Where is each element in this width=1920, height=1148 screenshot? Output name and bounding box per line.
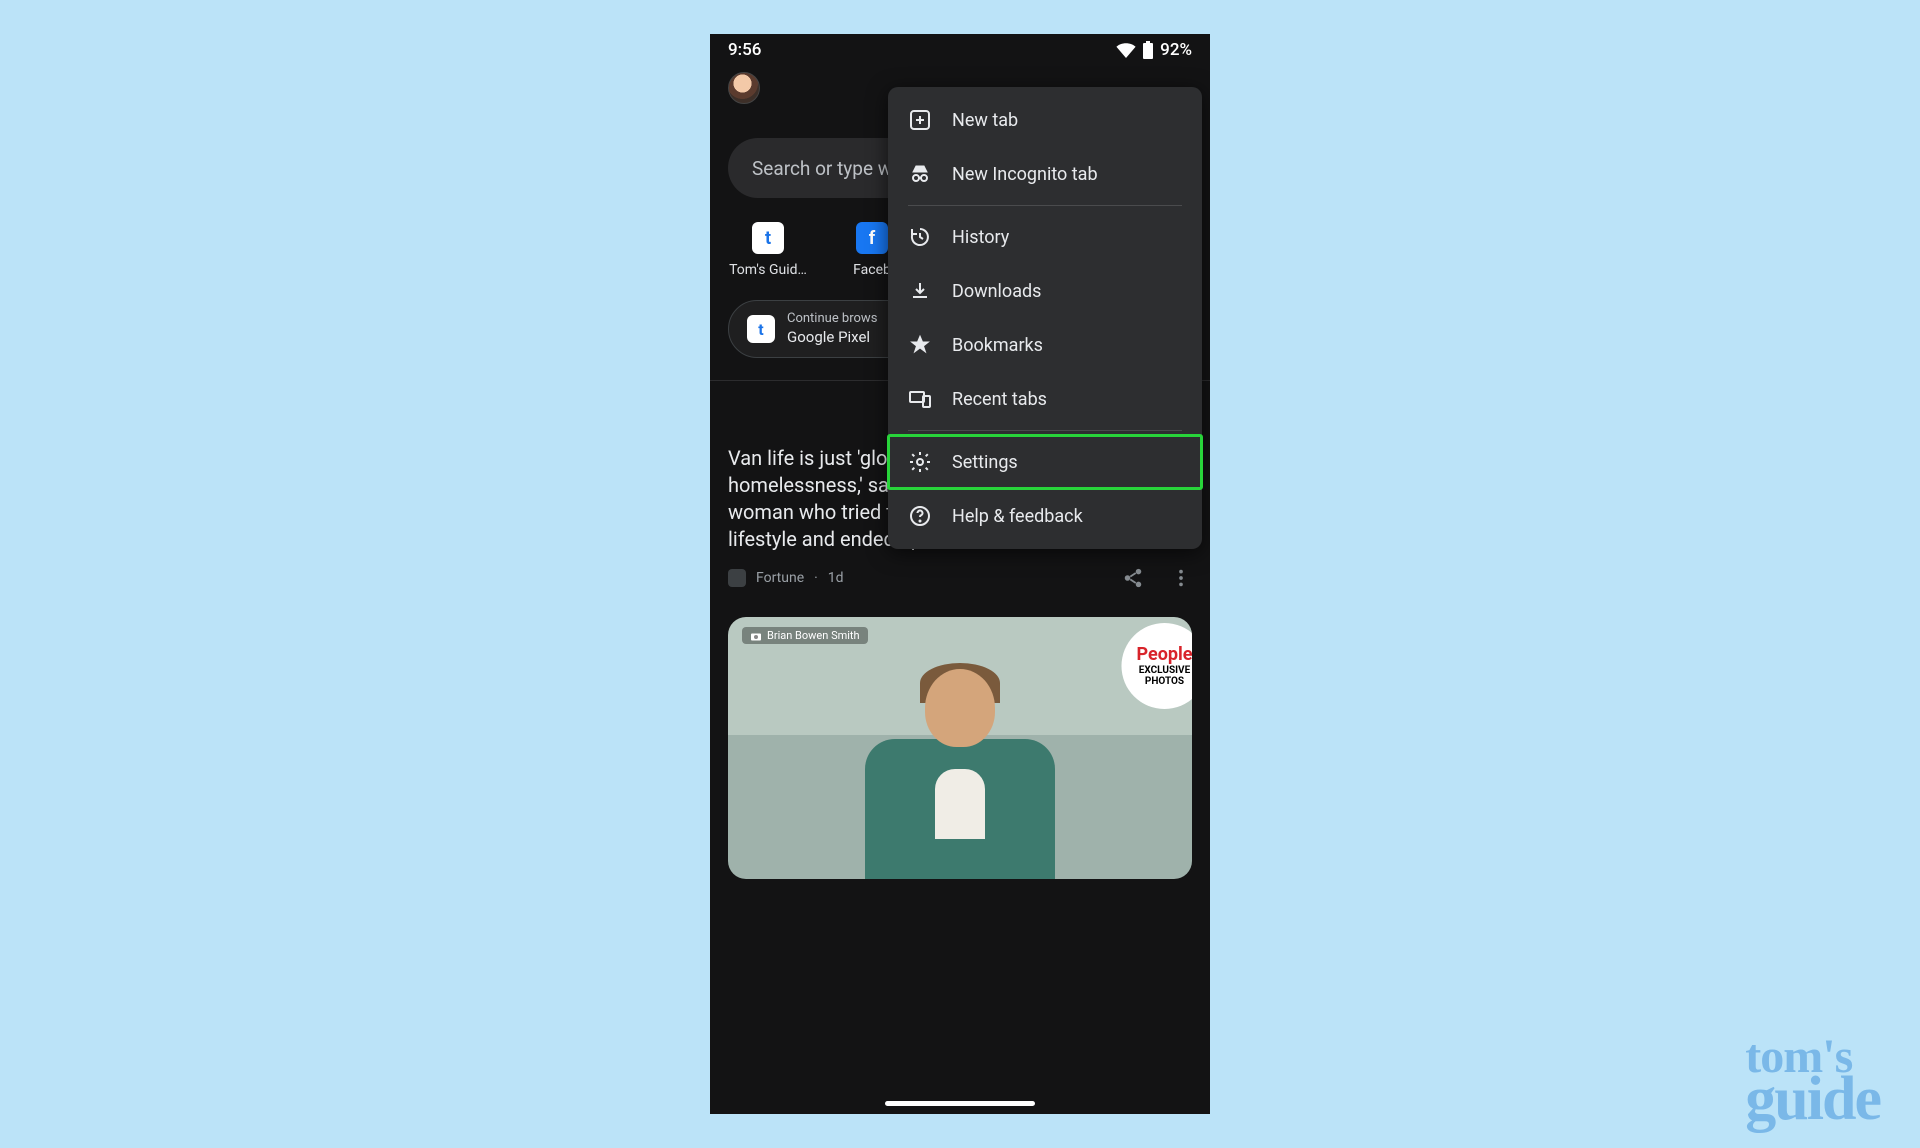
- source-favicon: [728, 569, 746, 587]
- menu-new-tab[interactable]: New tab: [888, 93, 1202, 147]
- menu-history[interactable]: History: [888, 210, 1202, 264]
- shortcut-label: Faceb: [853, 262, 891, 278]
- menu-label: Bookmarks: [952, 335, 1043, 356]
- photo-credit: Brian Bowen Smith: [742, 627, 868, 644]
- menu-divider: [908, 430, 1182, 431]
- share-icon[interactable]: [1122, 567, 1144, 589]
- article-age: 1d: [828, 570, 844, 586]
- shortcut-toms-guide[interactable]: t Tom's Guid…: [728, 222, 808, 278]
- person-illustration: [860, 659, 1060, 879]
- meta-sep: ·: [814, 570, 818, 586]
- menu-label: New tab: [952, 110, 1018, 131]
- badge-brand: People: [1136, 645, 1192, 665]
- favicon-continue: t: [747, 315, 775, 343]
- star-icon: [908, 333, 932, 357]
- menu-label: Help & feedback: [952, 506, 1083, 527]
- battery-icon: [1142, 41, 1154, 59]
- menu-settings[interactable]: Settings: [888, 435, 1202, 489]
- badge-line2: PHOTOS: [1145, 676, 1184, 687]
- plus-square-icon: [908, 108, 932, 132]
- camera-icon: [750, 631, 762, 641]
- help-icon: [908, 504, 932, 528]
- watermark-line2: guide: [1745, 1072, 1880, 1128]
- battery-percent: 92%: [1160, 40, 1192, 60]
- search-placeholder: Search or type w: [752, 157, 892, 180]
- watermark-logo: tom's guide: [1745, 1035, 1880, 1128]
- menu-label: History: [952, 227, 1009, 248]
- nav-handle[interactable]: [885, 1101, 1035, 1106]
- menu-help[interactable]: Help & feedback: [888, 489, 1202, 543]
- gear-icon: [908, 450, 932, 474]
- continue-line2: Google Pixel: [787, 328, 877, 348]
- menu-incognito[interactable]: New Incognito tab: [888, 147, 1202, 201]
- continue-line1: Continue brows: [787, 311, 877, 328]
- article-meta: Fortune · 1d: [728, 553, 1192, 589]
- menu-label: Recent tabs: [952, 389, 1047, 410]
- continue-text: Continue brows Google Pixel: [787, 311, 877, 347]
- people-badge: People EXCLUSIVE PHOTOS: [1121, 623, 1192, 709]
- article-source: Fortune: [756, 570, 804, 586]
- menu-bookmarks[interactable]: Bookmarks: [888, 318, 1202, 372]
- menu-label: Downloads: [952, 281, 1041, 302]
- menu-recent-tabs[interactable]: Recent tabs: [888, 372, 1202, 426]
- phone-screenshot: 9:56 92% Search or type w t Tom's Guid… …: [710, 34, 1210, 1114]
- favicon-toms-guide: t: [752, 222, 784, 254]
- status-time: 9:56: [728, 40, 761, 60]
- favicon-facebook: f: [856, 222, 888, 254]
- menu-label: New Incognito tab: [952, 164, 1098, 185]
- badge-line1: EXCLUSIVE: [1139, 665, 1190, 676]
- shortcut-label: Tom's Guid…: [729, 262, 807, 278]
- menu-label: Settings: [952, 452, 1018, 473]
- menu-divider: [908, 205, 1182, 206]
- wifi-icon: [1116, 42, 1136, 58]
- more-vert-icon[interactable]: [1170, 567, 1192, 589]
- history-icon: [908, 225, 932, 249]
- incognito-icon: [908, 162, 932, 186]
- status-right: 92%: [1116, 40, 1192, 60]
- profile-avatar[interactable]: [728, 72, 760, 104]
- status-bar: 9:56 92%: [710, 34, 1210, 62]
- discover-image-card[interactable]: Brian Bowen Smith People EXCLUSIVE PHOTO…: [728, 617, 1192, 879]
- menu-downloads[interactable]: Downloads: [888, 264, 1202, 318]
- photo-credit-text: Brian Bowen Smith: [767, 629, 860, 642]
- download-icon: [908, 279, 932, 303]
- overflow-menu: New tab New Incognito tab History Downlo…: [888, 87, 1202, 549]
- devices-icon: [908, 387, 932, 411]
